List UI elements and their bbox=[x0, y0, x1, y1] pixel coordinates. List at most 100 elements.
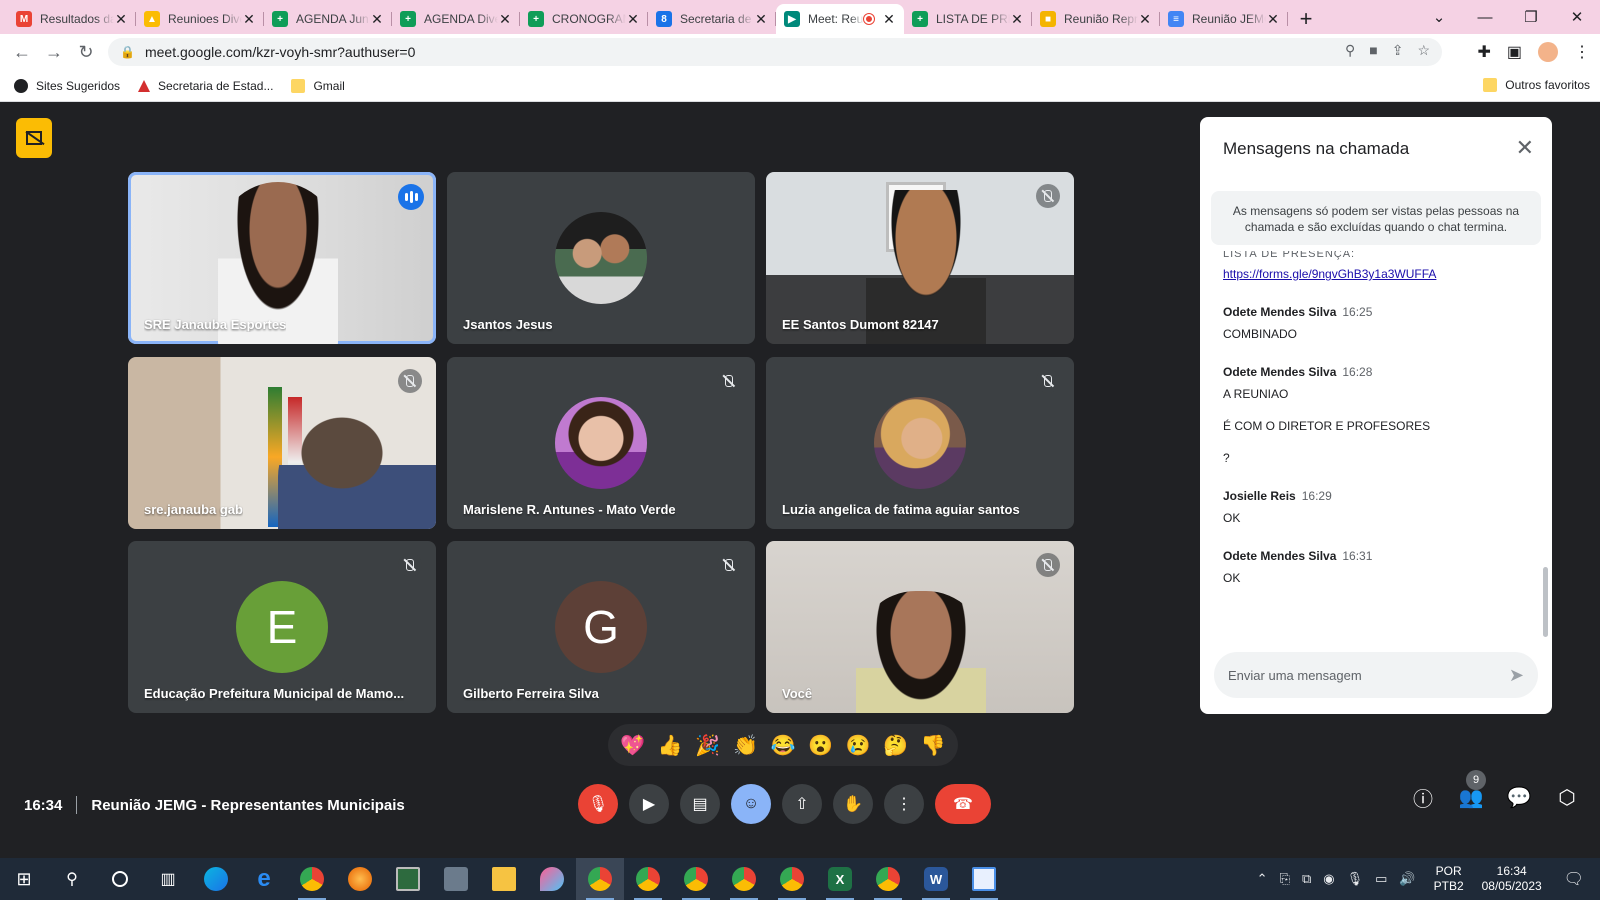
participant-tile[interactable]: Marislene R. Antunes - Mato Verde bbox=[447, 357, 755, 529]
leave-call-button[interactable]: ☎ bbox=[935, 784, 991, 824]
reaction-thumbs-down[interactable]: 👎 bbox=[921, 733, 946, 758]
new-tab-button[interactable]: + bbox=[1288, 4, 1324, 34]
network-icon[interactable]: ▭ bbox=[1375, 871, 1387, 887]
forward-icon[interactable]: → bbox=[38, 42, 70, 63]
file-explorer-icon[interactable] bbox=[480, 858, 528, 900]
windows-start-icon[interactable]: ⊞ bbox=[0, 858, 48, 900]
bookmark-item[interactable]: Secretaria de Estad... bbox=[138, 79, 273, 93]
calculator-icon[interactable] bbox=[432, 858, 480, 900]
microphone-icon[interactable]: 🎙 bbox=[1347, 871, 1364, 887]
reaction-clap[interactable]: 👏 bbox=[733, 733, 758, 758]
reaction-laugh[interactable]: 😂 bbox=[771, 733, 796, 758]
raise-hand-button[interactable]: ✋ bbox=[833, 784, 873, 824]
notifications-icon[interactable]: 🗨 bbox=[1564, 869, 1584, 889]
camera-icon[interactable]: ■ bbox=[1369, 42, 1377, 59]
activities-icon[interactable]: ⬡ bbox=[1554, 784, 1580, 810]
reaction-heart[interactable]: 💖 bbox=[620, 733, 645, 758]
chrome-profile-icon[interactable] bbox=[768, 858, 816, 900]
info-icon[interactable]: ⓘ bbox=[1410, 784, 1436, 811]
share-icon[interactable]: ⇪ bbox=[1392, 42, 1404, 59]
participant-tile[interactable]: E Educação Prefeitura Municipal de Mamo.… bbox=[128, 541, 436, 713]
usb-icon[interactable]: ⎘ bbox=[1280, 871, 1290, 887]
chat-scrollbar[interactable] bbox=[1543, 567, 1548, 637]
message-list[interactable]: LISTA DE PRESENÇA: https://forms.gle/9ng… bbox=[1223, 251, 1533, 641]
extensions-icon[interactable]: ✚ bbox=[1477, 42, 1490, 62]
side-panel-icon[interactable]: ▣ bbox=[1507, 42, 1522, 62]
reaction-thumbs-up[interactable]: 👍 bbox=[658, 733, 683, 758]
browser-tab[interactable]: 8 Secretaria de Estado✕ bbox=[648, 4, 776, 34]
message-link[interactable]: https://forms.gle/9ngvGhB3y1a3WUFFA bbox=[1223, 267, 1533, 281]
browser-tab[interactable]: ■ Reunião Representantes✕ bbox=[1032, 4, 1160, 34]
excel-icon[interactable]: X bbox=[816, 858, 864, 900]
more-options-button[interactable]: ⋮ bbox=[884, 784, 924, 824]
reactions-button[interactable]: ☺ bbox=[731, 784, 771, 824]
reaction-party[interactable]: 🎉 bbox=[695, 733, 720, 758]
chevron-up-icon[interactable]: ⌃ bbox=[1257, 871, 1268, 887]
volume-icon[interactable]: 🔊 bbox=[1399, 871, 1415, 887]
chrome-icon[interactable] bbox=[576, 858, 624, 900]
reload-icon[interactable]: ↻ bbox=[70, 42, 102, 63]
close-icon[interactable]: ✕ bbox=[1516, 135, 1534, 161]
close-tab-icon[interactable]: ✕ bbox=[626, 11, 640, 28]
reaction-thinking[interactable]: 🤔 bbox=[883, 733, 908, 758]
profile-avatar[interactable] bbox=[1538, 42, 1558, 62]
paint-icon[interactable] bbox=[528, 858, 576, 900]
close-tab-icon[interactable]: ✕ bbox=[242, 11, 256, 28]
present-button[interactable]: ⇧ bbox=[782, 784, 822, 824]
tab-search-icon[interactable]: ⌄ bbox=[1416, 8, 1462, 26]
notepad-icon[interactable] bbox=[960, 858, 1008, 900]
browser-tab[interactable]: M Resultados da pesquisa✕ bbox=[8, 4, 136, 34]
close-tab-icon[interactable]: ✕ bbox=[498, 11, 512, 28]
close-window-icon[interactable]: ✕ bbox=[1554, 8, 1600, 26]
browser-tab[interactable]: + LISTA DE PRESENÇA✕ bbox=[904, 4, 1032, 34]
close-tab-icon[interactable]: ✕ bbox=[882, 11, 896, 28]
meet-tray-icon[interactable]: ⧉ bbox=[1302, 871, 1311, 887]
location-icon[interactable]: ⚲ bbox=[1345, 42, 1355, 59]
participant-tile[interactable]: SRE Janauba Esportes bbox=[128, 172, 436, 344]
edge-icon[interactable] bbox=[192, 858, 240, 900]
close-tab-icon[interactable]: ✕ bbox=[1138, 11, 1152, 28]
browser-tab-active[interactable]: ▶ Meet: Reunião ✕ bbox=[776, 4, 904, 34]
participant-tile[interactable]: Jsantos Jesus bbox=[447, 172, 755, 344]
send-icon[interactable]: ➤ bbox=[1509, 665, 1524, 686]
task-view-icon[interactable]: ▥ bbox=[144, 858, 192, 900]
browser-tab[interactable]: + AGENDA Junho✕ bbox=[264, 4, 392, 34]
chrome-profile-icon[interactable] bbox=[864, 858, 912, 900]
menu-icon[interactable]: ⋮ bbox=[1574, 42, 1590, 62]
captions-off-icon[interactable] bbox=[16, 118, 52, 158]
address-bar[interactable]: 🔒 meet.google.com/kzr-voyh-smr?authuser=… bbox=[108, 38, 1442, 66]
chrome-profile-icon[interactable] bbox=[672, 858, 720, 900]
browser-tab[interactable]: + CRONOGRAMA✕ bbox=[520, 4, 648, 34]
clock[interactable]: 16:34 08/05/2023 bbox=[1482, 864, 1542, 894]
chrome-profile-icon[interactable] bbox=[720, 858, 768, 900]
browser-tab[interactable]: ≡ Reunião JEMG ✕ bbox=[1160, 4, 1288, 34]
participant-tile[interactable]: EE Santos Dumont 82147 bbox=[766, 172, 1074, 344]
firefox-icon[interactable] bbox=[336, 858, 384, 900]
lock-icon[interactable]: 🔒 bbox=[120, 45, 135, 59]
bookmark-item[interactable]: Sites Sugeridos bbox=[14, 78, 120, 93]
close-tab-icon[interactable]: ✕ bbox=[1266, 11, 1280, 28]
chat-icon[interactable]: 💬 bbox=[1506, 784, 1532, 810]
camera-toggle-button[interactable]: ▶ bbox=[629, 784, 669, 824]
search-icon[interactable]: ⚲ bbox=[48, 858, 96, 900]
mic-toggle-button[interactable]: 🎙 bbox=[578, 784, 618, 824]
close-tab-icon[interactable]: ✕ bbox=[114, 11, 128, 28]
back-icon[interactable]: ← bbox=[6, 42, 38, 63]
reaction-sad[interactable]: 😢 bbox=[846, 733, 871, 758]
bookmark-star-icon[interactable]: ☆ bbox=[1417, 42, 1430, 59]
minimize-icon[interactable]: — bbox=[1462, 9, 1508, 26]
browser-tab[interactable]: ▲ Reunioes Diversas✕ bbox=[136, 4, 264, 34]
people-icon[interactable]: 👥 9 bbox=[1458, 770, 1486, 810]
bookmark-item[interactable]: Gmail bbox=[291, 78, 345, 93]
participant-tile-self[interactable]: Você bbox=[766, 541, 1074, 713]
internet-explorer-icon[interactable]: e bbox=[240, 858, 288, 900]
close-tab-icon[interactable]: ✕ bbox=[754, 11, 768, 28]
cortana-icon[interactable] bbox=[96, 858, 144, 900]
monitor-icon[interactable] bbox=[384, 858, 432, 900]
participant-tile[interactable]: Luzia angelica de fatima aguiar santos bbox=[766, 357, 1074, 529]
close-tab-icon[interactable]: ✕ bbox=[370, 11, 384, 28]
close-tab-icon[interactable]: ✕ bbox=[1010, 11, 1024, 28]
restore-icon[interactable]: ❐ bbox=[1508, 8, 1554, 26]
captions-button[interactable]: ▤ bbox=[680, 784, 720, 824]
participant-tile[interactable]: G Gilberto Ferreira Silva bbox=[447, 541, 755, 713]
